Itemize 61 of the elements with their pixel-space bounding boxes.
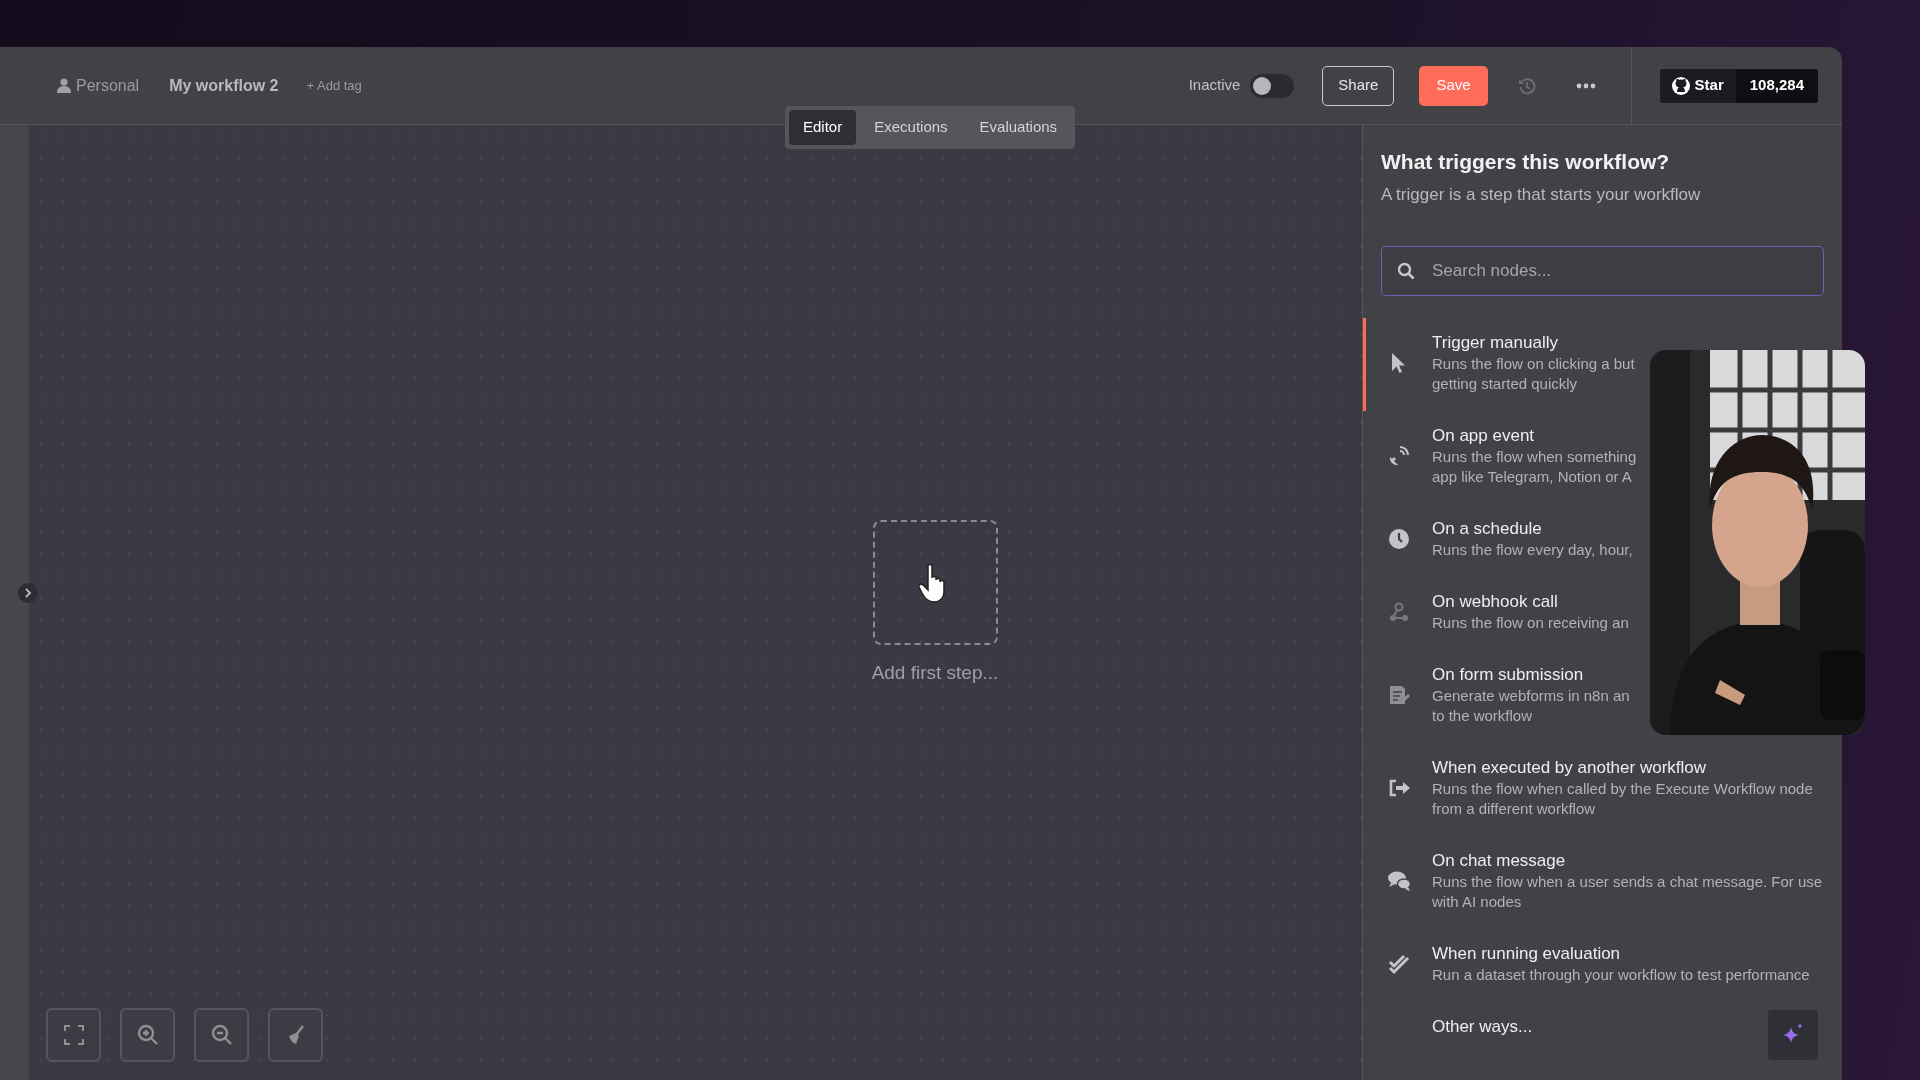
- broom-button[interactable]: [268, 1008, 323, 1062]
- trigger-title: On webhook call: [1432, 590, 1559, 613]
- add-step-button[interactable]: [873, 520, 998, 645]
- trigger-description: Runs the flow when something: [1432, 446, 1637, 467]
- trigger-description: Run a dataset through your workflow to test performance: [1432, 964, 1810, 985]
- trigger-item[interactable]: When executed by another workflow Runs the flow when called by the Execute Workflow node from a different workflow: [1363, 742, 1842, 836]
- zoom-out-button[interactable]: [194, 1008, 249, 1062]
- history-icon[interactable]: [1517, 76, 1536, 95]
- project-name[interactable]: Personal: [76, 73, 140, 98]
- add-step-label: Add first step...: [870, 661, 1000, 685]
- tab[interactable]: Editor: [789, 110, 857, 145]
- github-star-button[interactable]: Star: [1659, 68, 1736, 103]
- fit-view-button[interactable]: [46, 1008, 101, 1062]
- trigger-title: On chat message: [1432, 849, 1567, 872]
- active-toggle[interactable]: [1250, 73, 1295, 98]
- trigger-item[interactable]: Other ways...: [1363, 1001, 1543, 1055]
- trigger-description: Runs the flow on receiving an: [1432, 612, 1629, 633]
- trigger-item[interactable]: On a schedule Runs the flow every day, hour,: [1363, 503, 1643, 577]
- github-icon: [1671, 76, 1690, 95]
- fit-view-icon: [62, 1024, 85, 1046]
- ai-assistant-button[interactable]: [1768, 1010, 1818, 1060]
- panel-subtitle: A trigger is a step that starts your workflow: [1381, 184, 1702, 207]
- status-label: Inactive: [1188, 75, 1241, 96]
- trigger-title: Trigger manually: [1432, 331, 1559, 354]
- clock-icon: [1387, 526, 1411, 551]
- trigger-item[interactable]: On app event Runs the flow when something app like Telegram, Notion or A: [1363, 410, 1647, 504]
- trigger-description: Generate webforms in n8n an: [1432, 685, 1630, 706]
- trigger-description: Runs the flow when called by the Execute Workflow node from a different workflow: [1432, 778, 1814, 819]
- trigger-title: Other ways...: [1432, 1015, 1533, 1038]
- search-field[interactable]: Search nodes...: [1381, 245, 1824, 296]
- workflow-name[interactable]: My workflow 2: [169, 73, 279, 98]
- trigger-item[interactable]: On chat message Runs the flow when a user sends a chat message. For use with AI nodes: [1363, 835, 1842, 929]
- chevron-right-icon: [24, 588, 32, 598]
- trigger-description: getting started quickly: [1432, 373, 1579, 394]
- trigger-description: app like Telegram, Notion or A: [1432, 466, 1633, 487]
- share-button[interactable]: Share: [1322, 65, 1395, 106]
- trigger-title: When running evaluation: [1432, 942, 1622, 965]
- trigger-description: Runs the flow every day, hour,: [1432, 539, 1633, 560]
- zoom-out-icon: [210, 1024, 233, 1046]
- zoom-in-button[interactable]: [120, 1008, 175, 1062]
- trigger-title: On form submission: [1432, 663, 1585, 686]
- trigger-description: Runs the flow when a user sends a chat message. For use with AI nodes: [1432, 871, 1824, 912]
- trigger-title: On a schedule: [1432, 517, 1543, 540]
- trigger-item[interactable]: When running evaluation Run a dataset through your workflow to test performance: [1363, 928, 1820, 1002]
- trigger-title: When executed by another workflow: [1432, 756, 1708, 779]
- trigger-title: On app event: [1432, 424, 1536, 447]
- trigger-item[interactable]: On form submission Generate webforms in n8n an to the workflow: [1363, 649, 1640, 743]
- panel-title: What triggers this workflow?: [1381, 149, 1671, 175]
- trigger-description: Runs the flow on clicking a but: [1432, 353, 1635, 374]
- add-tag-link[interactable]: + Add tag: [306, 75, 362, 96]
- more-icon[interactable]: [1575, 82, 1596, 89]
- user-icon: [57, 78, 71, 93]
- expand-sidebar-button[interactable]: [18, 583, 38, 603]
- trigger-item[interactable]: On webhook call Runs the flow on receiving an: [1363, 576, 1639, 650]
- trigger-item[interactable]: Trigger manually Runs the flow on clicking a but getting started quickly: [1363, 317, 1645, 411]
- trigger-description: to the workflow: [1432, 705, 1534, 726]
- tab[interactable]: Executions: [860, 110, 962, 145]
- tab[interactable]: Evaluations: [965, 110, 1072, 145]
- satellite-icon: [1387, 443, 1411, 468]
- star-count: 108,284: [1735, 68, 1818, 103]
- zoom-in-icon: [136, 1024, 159, 1046]
